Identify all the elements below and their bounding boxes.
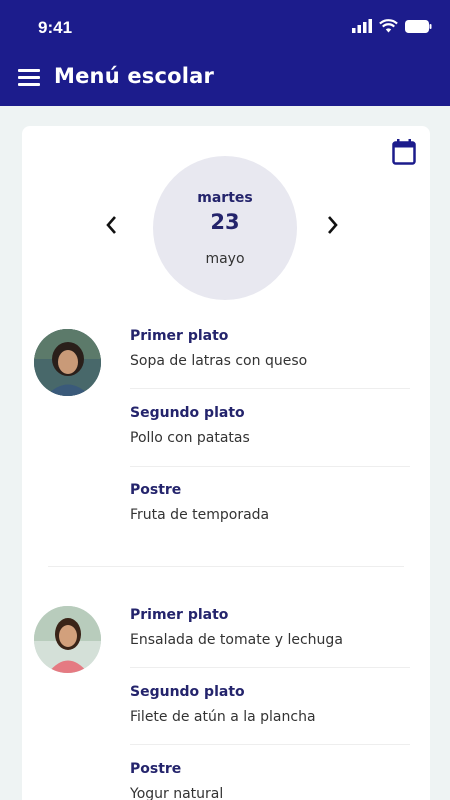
previous-day-button[interactable] — [104, 214, 118, 240]
divider — [130, 744, 410, 745]
list-item: Postre Fruta de temporada — [130, 482, 410, 523]
dish-course-label: Primer plato — [130, 328, 229, 344]
divider — [130, 466, 410, 467]
dish-name: Yogur natural — [130, 786, 224, 800]
child-avatar — [34, 606, 101, 673]
dish-course-label: Segundo plato — [130, 684, 245, 700]
hamburger-menu-icon[interactable] — [18, 69, 42, 91]
page-title: Menú escolar — [54, 64, 215, 88]
dish-name: Pollo con patatas — [130, 430, 250, 446]
divider — [130, 667, 410, 668]
date-selector[interactable]: martes 23 mayo — [153, 156, 297, 300]
dish-course-label: Postre — [130, 761, 182, 777]
status-time: 9:41 — [38, 18, 73, 37]
chevron-left-icon — [106, 216, 116, 234]
list-item: Primer plato Ensalada de tomate y lechug… — [130, 607, 410, 648]
date-month: mayo — [205, 251, 245, 267]
list-item: Segundo plato Pollo con patatas — [130, 405, 410, 446]
dish-name: Fruta de temporada — [130, 507, 270, 523]
calendar-icon[interactable] — [392, 139, 416, 169]
next-day-button[interactable] — [326, 214, 340, 240]
dish-name: Ensalada de tomate y lechuga — [130, 632, 343, 648]
signal-icon — [352, 19, 372, 33]
list-item: Segundo plato Filete de atún a la planch… — [130, 684, 410, 725]
date-weekday: martes — [197, 190, 253, 206]
dish-course-label: Postre — [130, 482, 182, 498]
dish-course-label: Segundo plato — [130, 405, 245, 421]
dish-course-label: Primer plato — [130, 607, 229, 623]
chevron-right-icon — [328, 216, 338, 234]
divider — [130, 388, 410, 389]
status-icons — [352, 19, 432, 33]
wifi-icon — [379, 19, 398, 33]
app-bar: Menú escolar — [0, 58, 450, 106]
list-item: Postre Yogur natural — [130, 761, 410, 800]
child-avatar — [34, 329, 101, 396]
divider — [48, 566, 404, 567]
dish-name: Filete de atún a la plancha — [130, 709, 316, 725]
status-bar: 9:41 — [0, 0, 450, 58]
menu-card: martes 23 mayo Primer plato Sopa de latr… — [22, 126, 430, 800]
battery-icon — [405, 19, 432, 33]
date-day: 23 — [210, 210, 240, 234]
list-item: Primer plato Sopa de latras con queso — [130, 328, 410, 369]
dish-name: Sopa de latras con queso — [130, 353, 308, 369]
